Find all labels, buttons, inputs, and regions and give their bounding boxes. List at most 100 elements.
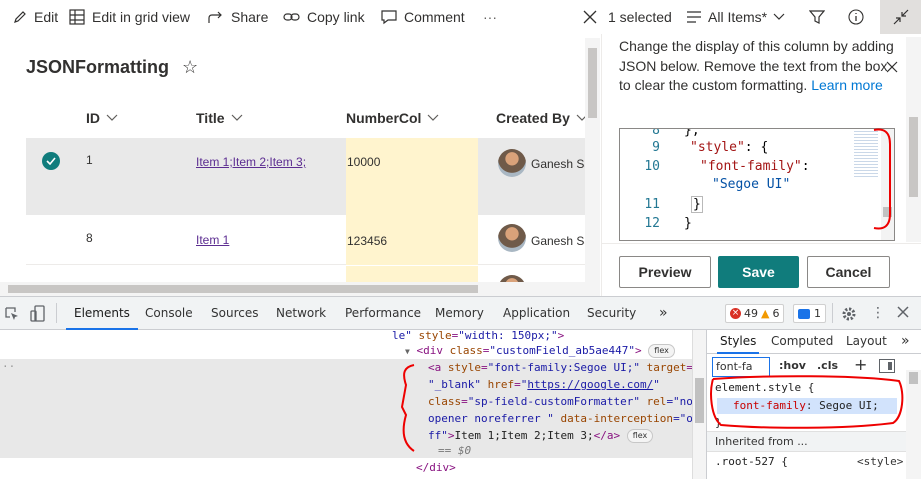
tab-console[interactable]: Console xyxy=(145,297,193,330)
line-number: 12 xyxy=(644,216,660,231)
dom-url-link[interactable]: https://google.com/ xyxy=(527,378,653,391)
save-button[interactable]: Save xyxy=(718,256,799,288)
avatar[interactable] xyxy=(498,224,526,252)
devtools: Elements Console Sources Network Perform… xyxy=(0,296,921,479)
cell-id: 8 xyxy=(86,231,93,245)
filter-button[interactable] xyxy=(809,0,825,34)
comment-button[interactable]: Comment xyxy=(380,0,465,34)
device-toolbar-icon[interactable] xyxy=(29,305,47,327)
cell-title-link[interactable]: Item 1;Item 2;Item 3; xyxy=(196,155,306,169)
style-declaration[interactable]: font-family: Segoe UI; xyxy=(733,399,879,412)
dom-line[interactable]: class="sp-field-customFormatter" rel="no xyxy=(428,393,692,410)
messages-counter[interactable]: 1 xyxy=(793,304,826,323)
dom-line[interactable]: <a style="font-family:Segoe UI;" target= xyxy=(428,359,692,376)
tab-memory[interactable]: Memory xyxy=(435,297,484,330)
hov-toggle[interactable]: :hov xyxy=(779,359,806,372)
styles-scrollbar[interactable] xyxy=(906,370,921,479)
styles-filter-input[interactable]: font-fa xyxy=(712,357,770,377)
view-selector[interactable]: All Items* xyxy=(686,0,785,34)
settings-gear-icon[interactable] xyxy=(841,306,857,326)
tab-application[interactable]: Application xyxy=(503,297,570,330)
editor-scrollbar[interactable] xyxy=(881,129,894,240)
clear-selection-button[interactable]: 1 selected xyxy=(582,0,672,34)
style-source-link[interactable]: <style> xyxy=(857,455,903,468)
more-button[interactable]: ··· xyxy=(483,0,497,34)
editor-minimap[interactable] xyxy=(854,131,878,177)
scrollbar-thumb[interactable] xyxy=(695,378,704,423)
json-key: "style" xyxy=(690,140,745,155)
style-rule-close: } xyxy=(715,416,722,429)
table-row[interactable]: 1 Item 1;Item 2;Item 3; xyxy=(26,138,586,215)
favorite-star-icon[interactable]: ☆ xyxy=(182,57,198,77)
json-editor[interactable]: 8 }, 9 "style": { 10 "font-family": "Seg… xyxy=(619,128,895,241)
more-tabs-button[interactable]: » xyxy=(901,330,910,354)
panel-scrollbar[interactable] xyxy=(906,37,921,242)
dom-tree[interactable]: ·· le" style="width: 150px;"> ▼ <div cla… xyxy=(0,330,692,479)
style-rule-selector[interactable]: .root-527 { xyxy=(715,455,788,468)
chevron-down-icon xyxy=(231,114,242,121)
collapse-button[interactable] xyxy=(880,0,921,34)
preview-button[interactable]: Preview xyxy=(619,256,711,288)
kebab-menu-icon[interactable]: ⋮ xyxy=(871,303,885,323)
dom-attr-value: "_blank" xyxy=(428,378,481,391)
dom-line[interactable]: "_blank" href="https://google.com/" xyxy=(428,376,660,393)
scrollbar-thumb[interactable] xyxy=(909,117,918,197)
column-header-title[interactable]: Title xyxy=(196,110,243,126)
cancel-button[interactable]: Cancel xyxy=(807,256,890,288)
node-ellipsis[interactable]: ·· xyxy=(2,358,15,375)
column-header-created-by[interactable]: Created By xyxy=(496,110,588,126)
edit-button[interactable]: Edit xyxy=(12,0,58,34)
scrollbar-thumb[interactable] xyxy=(883,207,892,217)
scrollbar-thumb[interactable] xyxy=(588,48,597,118)
list-scrollbar[interactable] xyxy=(585,38,600,296)
list-title-text: JSONFormatting xyxy=(26,57,170,77)
dom-attr-name: class xyxy=(428,395,462,408)
dom-line[interactable]: ▼ <div class="customField_ab5ae447"> fle… xyxy=(405,342,675,360)
scrollbar-thumb[interactable] xyxy=(909,372,918,384)
dom-attr-name: style xyxy=(418,330,452,342)
share-label: Share xyxy=(231,9,269,25)
cls-toggle[interactable]: .cls xyxy=(817,359,838,372)
avatar[interactable] xyxy=(498,149,526,177)
expand-arrow-icon[interactable]: ▼ xyxy=(405,347,410,356)
column-header-numbercol[interactable]: NumberCol xyxy=(346,110,439,126)
inspect-element-icon[interactable] xyxy=(4,306,20,326)
tab-network[interactable]: Network xyxy=(276,297,326,330)
dom-attr-name: target xyxy=(646,361,687,374)
cell-created-by[interactable]: Ganesh Sa xyxy=(531,234,591,248)
share-button[interactable]: Share xyxy=(207,0,268,34)
close-devtools-button[interactable] xyxy=(897,306,909,322)
column-header-id[interactable]: ID xyxy=(86,110,118,126)
close-panel-button[interactable] xyxy=(886,60,898,76)
learn-more-link[interactable]: Learn more xyxy=(811,77,883,93)
flex-badge[interactable]: flex xyxy=(626,429,654,443)
dom-text: Item 1;Item 2;Item 3; xyxy=(454,429,594,442)
add-rule-icon[interactable]: + xyxy=(854,355,867,374)
more-tabs-button[interactable]: » xyxy=(659,297,668,330)
dom-tag[interactable]: </div> xyxy=(416,459,456,476)
edit-grid-button[interactable]: Edit in grid view xyxy=(68,0,190,34)
cell-title-link[interactable]: Item 1 xyxy=(196,233,229,247)
info-button[interactable] xyxy=(848,0,864,34)
dom-tag: > xyxy=(635,344,642,357)
flex-badge[interactable]: flex xyxy=(648,344,675,358)
tab-performance[interactable]: Performance xyxy=(345,297,421,330)
tab-sources[interactable]: Sources xyxy=(211,297,258,330)
tab-styles[interactable]: Styles xyxy=(717,330,760,354)
copy-link-button[interactable]: Copy link xyxy=(283,0,365,34)
list-hscrollbar[interactable] xyxy=(0,282,585,296)
scrollbar-thumb[interactable] xyxy=(8,285,478,293)
tab-computed[interactable]: Computed xyxy=(771,330,833,354)
tab-security[interactable]: Security xyxy=(587,297,636,330)
checkmark-icon[interactable] xyxy=(42,152,60,170)
issues-counter[interactable]: × 49 ▲ 6 xyxy=(725,304,785,323)
share-icon xyxy=(208,11,222,23)
dom-scrollbar[interactable] xyxy=(692,330,706,479)
inherited-label: Inherited from ... xyxy=(715,435,808,448)
dom-line[interactable]: opener noreferrer " data-interception="o xyxy=(428,410,692,427)
tab-elements[interactable]: Elements xyxy=(66,297,138,330)
cell-created-by[interactable]: Ganesh Sa xyxy=(531,157,591,171)
style-rule-selector[interactable]: element.style { xyxy=(715,381,814,394)
tab-layout[interactable]: Layout xyxy=(846,330,887,354)
toggle-sidebar-icon[interactable] xyxy=(879,359,895,373)
